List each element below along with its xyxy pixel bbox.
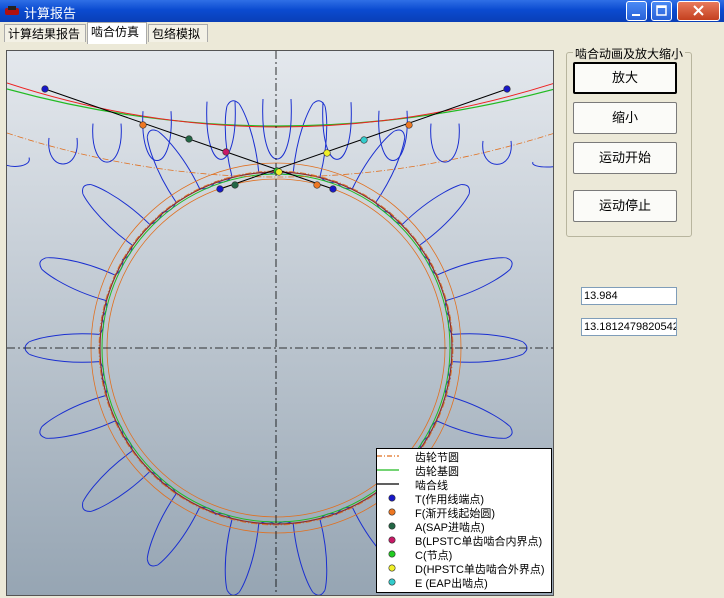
mesh-point-marker	[323, 149, 331, 157]
tab-bar: 计算结果报告 啮合仿真 包络模拟	[0, 22, 724, 44]
tab-calc-report[interactable]: 计算结果报告	[4, 24, 86, 42]
legend-item: T(作用线端点)	[377, 493, 553, 507]
simulation-canvas[interactable]: 齿轮节圆齿轮基圆啮合线 T(作用线端点) F(渐开线起始圆) A(SAP进啮点) B(L…	[6, 50, 554, 596]
legend-item: 齿轮基圆	[377, 465, 553, 479]
legend-marker	[388, 508, 396, 516]
group-title: 啮合动画及放大缩小	[573, 45, 686, 62]
stop-motion-button[interactable]: 运动停止	[573, 190, 677, 222]
legend-marker	[388, 522, 396, 530]
tab-mesh-simulation[interactable]: 啮合仿真	[87, 22, 147, 44]
legend-line	[377, 455, 399, 457]
value-field-1[interactable]: 13.984	[581, 287, 677, 305]
title-bar: 计算报告	[0, 0, 724, 22]
mesh-point-marker	[222, 148, 230, 156]
legend-label: 齿轮基圆	[415, 466, 459, 478]
mesh-point-marker	[503, 85, 511, 93]
mesh-point-marker	[185, 135, 193, 143]
close-button[interactable]	[677, 1, 720, 21]
legend: 齿轮节圆齿轮基圆啮合线 T(作用线端点) F(渐开线起始圆) A(SAP进啮点) B(L…	[376, 448, 552, 593]
legend-item: E (EAP出啮点)	[377, 577, 553, 591]
legend-label: E (EAP出啮点)	[415, 578, 488, 590]
zoom-in-button[interactable]: 放大	[573, 62, 677, 94]
mesh-point-marker	[216, 185, 224, 193]
legend-marker	[388, 536, 396, 544]
legend-label: A(SAP进啮点)	[415, 522, 485, 534]
legend-item: B(LPSTC单齿啮合内界点)	[377, 535, 553, 549]
start-motion-button[interactable]: 运动开始	[573, 142, 677, 174]
value-field-2[interactable]: 13.18124798205428	[581, 318, 677, 336]
legend-label: F(渐开线起始圆)	[415, 508, 496, 520]
mesh-point-marker	[41, 85, 49, 93]
mesh-point-marker	[329, 185, 337, 193]
ring-tooth-profile	[7, 98, 553, 168]
ring-pitch-circle	[7, 82, 553, 128]
mesh-point-marker	[313, 181, 321, 189]
tab-envelope-simulation[interactable]: 包络模拟	[148, 24, 208, 42]
legend-label: D(HPSTC单齿啮合外界点)	[415, 564, 545, 576]
legend-label: 啮合线	[415, 480, 448, 492]
legend-line	[377, 469, 399, 471]
legend-item: D(HPSTC单齿啮合外界点)	[377, 563, 553, 577]
ring-base-circle	[7, 88, 553, 127]
legend-label: 齿轮节圆	[415, 452, 459, 464]
mesh-point-marker	[139, 121, 147, 129]
mesh-point-marker	[275, 168, 283, 176]
legend-marker	[388, 550, 396, 558]
legend-line	[377, 483, 399, 485]
legend-marker	[388, 564, 396, 572]
minimize-button[interactable]	[626, 1, 647, 21]
minimize-icon	[632, 14, 640, 16]
app-icon	[5, 6, 19, 15]
legend-item: C(节点)	[377, 549, 553, 563]
legend-label: C(节点)	[415, 550, 453, 562]
close-icon	[693, 5, 704, 16]
legend-item: 啮合线	[377, 479, 553, 493]
legend-marker	[388, 578, 396, 586]
legend-label: T(作用线端点)	[415, 494, 485, 506]
maximize-icon	[656, 5, 667, 16]
maximize-button[interactable]	[651, 1, 672, 21]
legend-item: A(SAP进啮点)	[377, 521, 553, 535]
mesh-point-marker	[360, 136, 368, 144]
zoom-out-button[interactable]: 缩小	[573, 102, 677, 134]
legend-label: B(LPSTC单齿啮合内界点)	[415, 536, 543, 548]
mesh-point-marker	[405, 121, 413, 129]
legend-marker	[388, 494, 396, 502]
legend-item: 齿轮节圆	[377, 451, 553, 465]
window-title: 计算报告	[24, 6, 77, 21]
mesh-point-marker	[231, 181, 239, 189]
legend-item: F(渐开线起始圆)	[377, 507, 553, 521]
